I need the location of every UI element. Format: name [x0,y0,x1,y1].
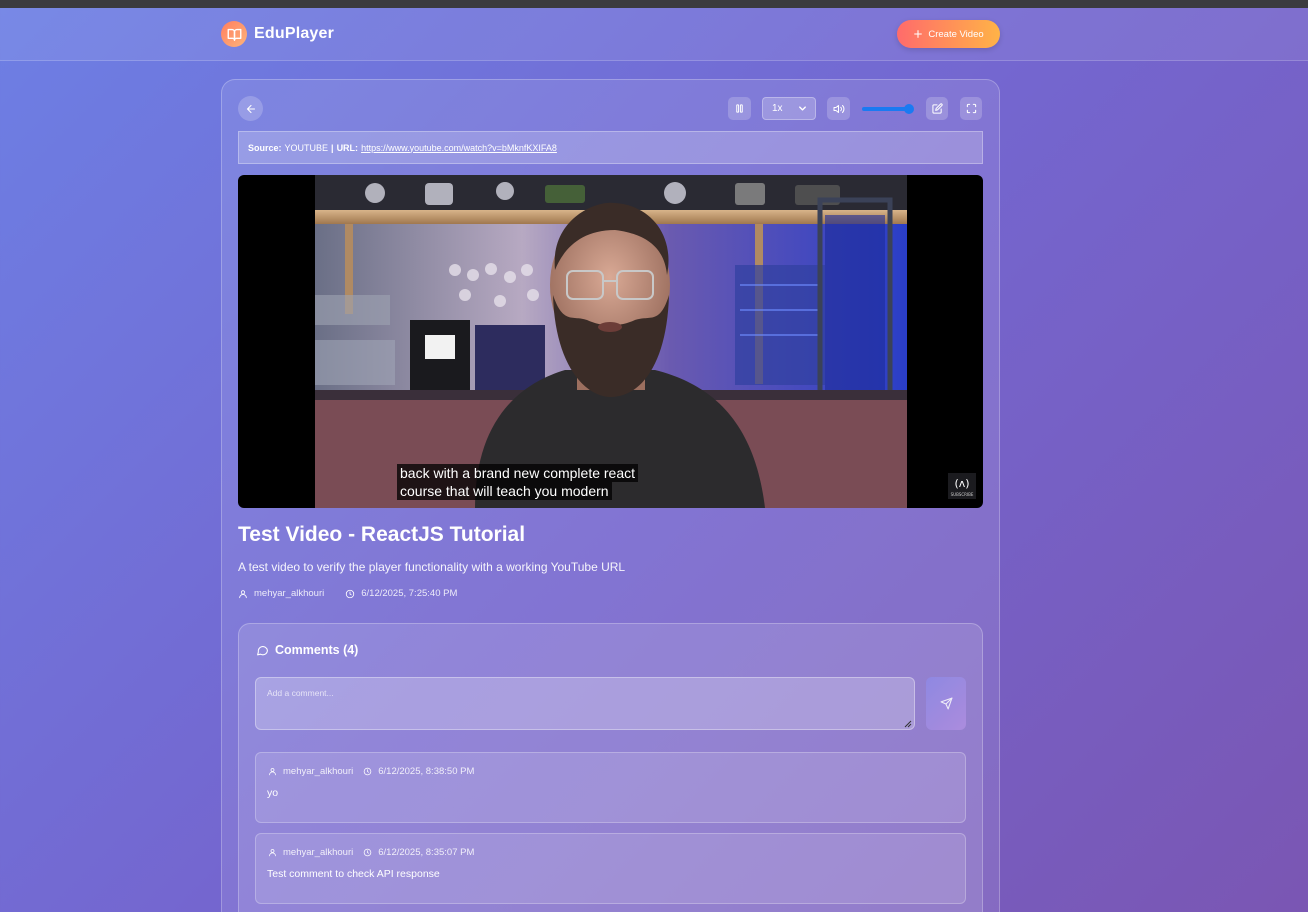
video-created: 6/12/2025, 7:25:40 PM [345,588,457,599]
comment-item: mehyar_alkhouri 6/12/2025, 8:38:50 PM yo [255,752,966,823]
video-frame [315,175,907,508]
fullscreen-icon [966,103,976,114]
book-open-icon [221,21,247,47]
message-circle-icon [257,645,268,655]
video-author: mehyar_alkhouri [238,588,324,599]
video-created-time: 6/12/2025, 7:25:40 PM [361,588,458,599]
url-label: URL: [336,142,359,153]
user-icon [269,768,276,776]
edit-button[interactable] [926,97,948,120]
video-card: 1x Source: YOUTUBE | URL: https://www.yo… [221,79,1000,912]
clock-icon [363,848,372,857]
comments-header: Comments (4) [256,643,358,657]
comment-meta: mehyar_alkhouri 6/12/2025, 8:38:50 PM [268,766,484,777]
send-comment-button[interactable] [926,677,966,730]
edit-icon [931,103,943,114]
arrow-left-icon [246,104,255,113]
clock-icon [346,589,355,598]
plus-icon [914,30,923,38]
resize-grip-icon[interactable] [904,720,912,728]
video-player[interactable]: back with a brand new complete react cou… [238,175,983,508]
chevron-down-icon [799,106,806,111]
video-description: A test video to verify the player functi… [238,560,626,574]
navbar: EduPlayer Create Video [0,8,1308,61]
fullscreen-button[interactable] [960,97,982,120]
source-label: Source: [248,142,282,153]
comments-section: Comments (4) mehyar_alkhouri 6/12/2025, … [238,623,983,912]
comment-time: 6/12/2025, 8:35:07 PM [363,847,474,858]
pause-icon [736,104,743,113]
video-author-name: mehyar_alkhouri [254,588,325,599]
comment-meta: mehyar_alkhouri 6/12/2025, 8:35:07 PM [268,847,484,858]
video-meta: mehyar_alkhouri 6/12/2025, 7:25:40 PM [238,588,478,599]
caption-line-1: back with a brand new complete react [397,464,639,482]
playback-speed-select[interactable]: 1x [762,97,816,120]
video-caption: back with a brand new complete react cou… [397,464,639,500]
volume-slider-thumb[interactable] [904,104,914,114]
mute-button[interactable] [827,97,850,120]
app-name: EduPlayer [254,25,335,42]
comment-author-name: mehyar_alkhouri [283,766,354,777]
send-icon [940,697,952,710]
create-video-button[interactable]: Create Video [897,20,1000,48]
comment-text: Test comment to check API response [267,868,440,880]
comment-text: yo [267,787,279,799]
comment-author: mehyar_alkhouri [268,847,353,858]
back-button[interactable] [238,96,263,121]
comment-input[interactable] [255,677,915,730]
comment-author-name: mehyar_alkhouri [283,847,354,858]
app-logo[interactable]: EduPlayer [221,21,334,47]
comment-author: mehyar_alkhouri [268,766,353,777]
source-value: YOUTUBE [284,142,329,153]
source-info-bar: Source: YOUTUBE | URL: https://www.youtu… [238,131,983,164]
playback-speed-value: 1x [772,103,783,114]
comment-item: mehyar_alkhouri 6/12/2025, 8:35:07 PM Te… [255,833,966,904]
comment-time: 6/12/2025, 8:38:50 PM [363,766,474,777]
comment-time-value: 6/12/2025, 8:38:50 PM [378,766,475,777]
browser-top-strip [0,0,1308,8]
volume-icon [833,104,844,113]
video-title: Test Video - ReactJS Tutorial [238,523,526,546]
source-separator: | [331,142,334,153]
svg-text:(ᴧ): (ᴧ) [954,477,969,490]
channel-logo-badge: (ᴧ) SUBSCRIBE [948,473,976,499]
channel-badge-text: SUBSCRIBE [951,492,974,497]
clock-icon [363,767,372,776]
create-video-label: Create Video [928,28,984,40]
user-icon [239,589,247,598]
comments-count: Comments (4) [275,643,359,657]
caption-line-2: course that will teach you modern [397,482,612,500]
comment-time-value: 6/12/2025, 8:35:07 PM [378,847,475,858]
video-url-link[interactable]: https://www.youtube.com/watch?v=bMknfKXI… [361,143,557,153]
pause-button[interactable] [728,97,751,120]
user-icon [269,849,276,857]
